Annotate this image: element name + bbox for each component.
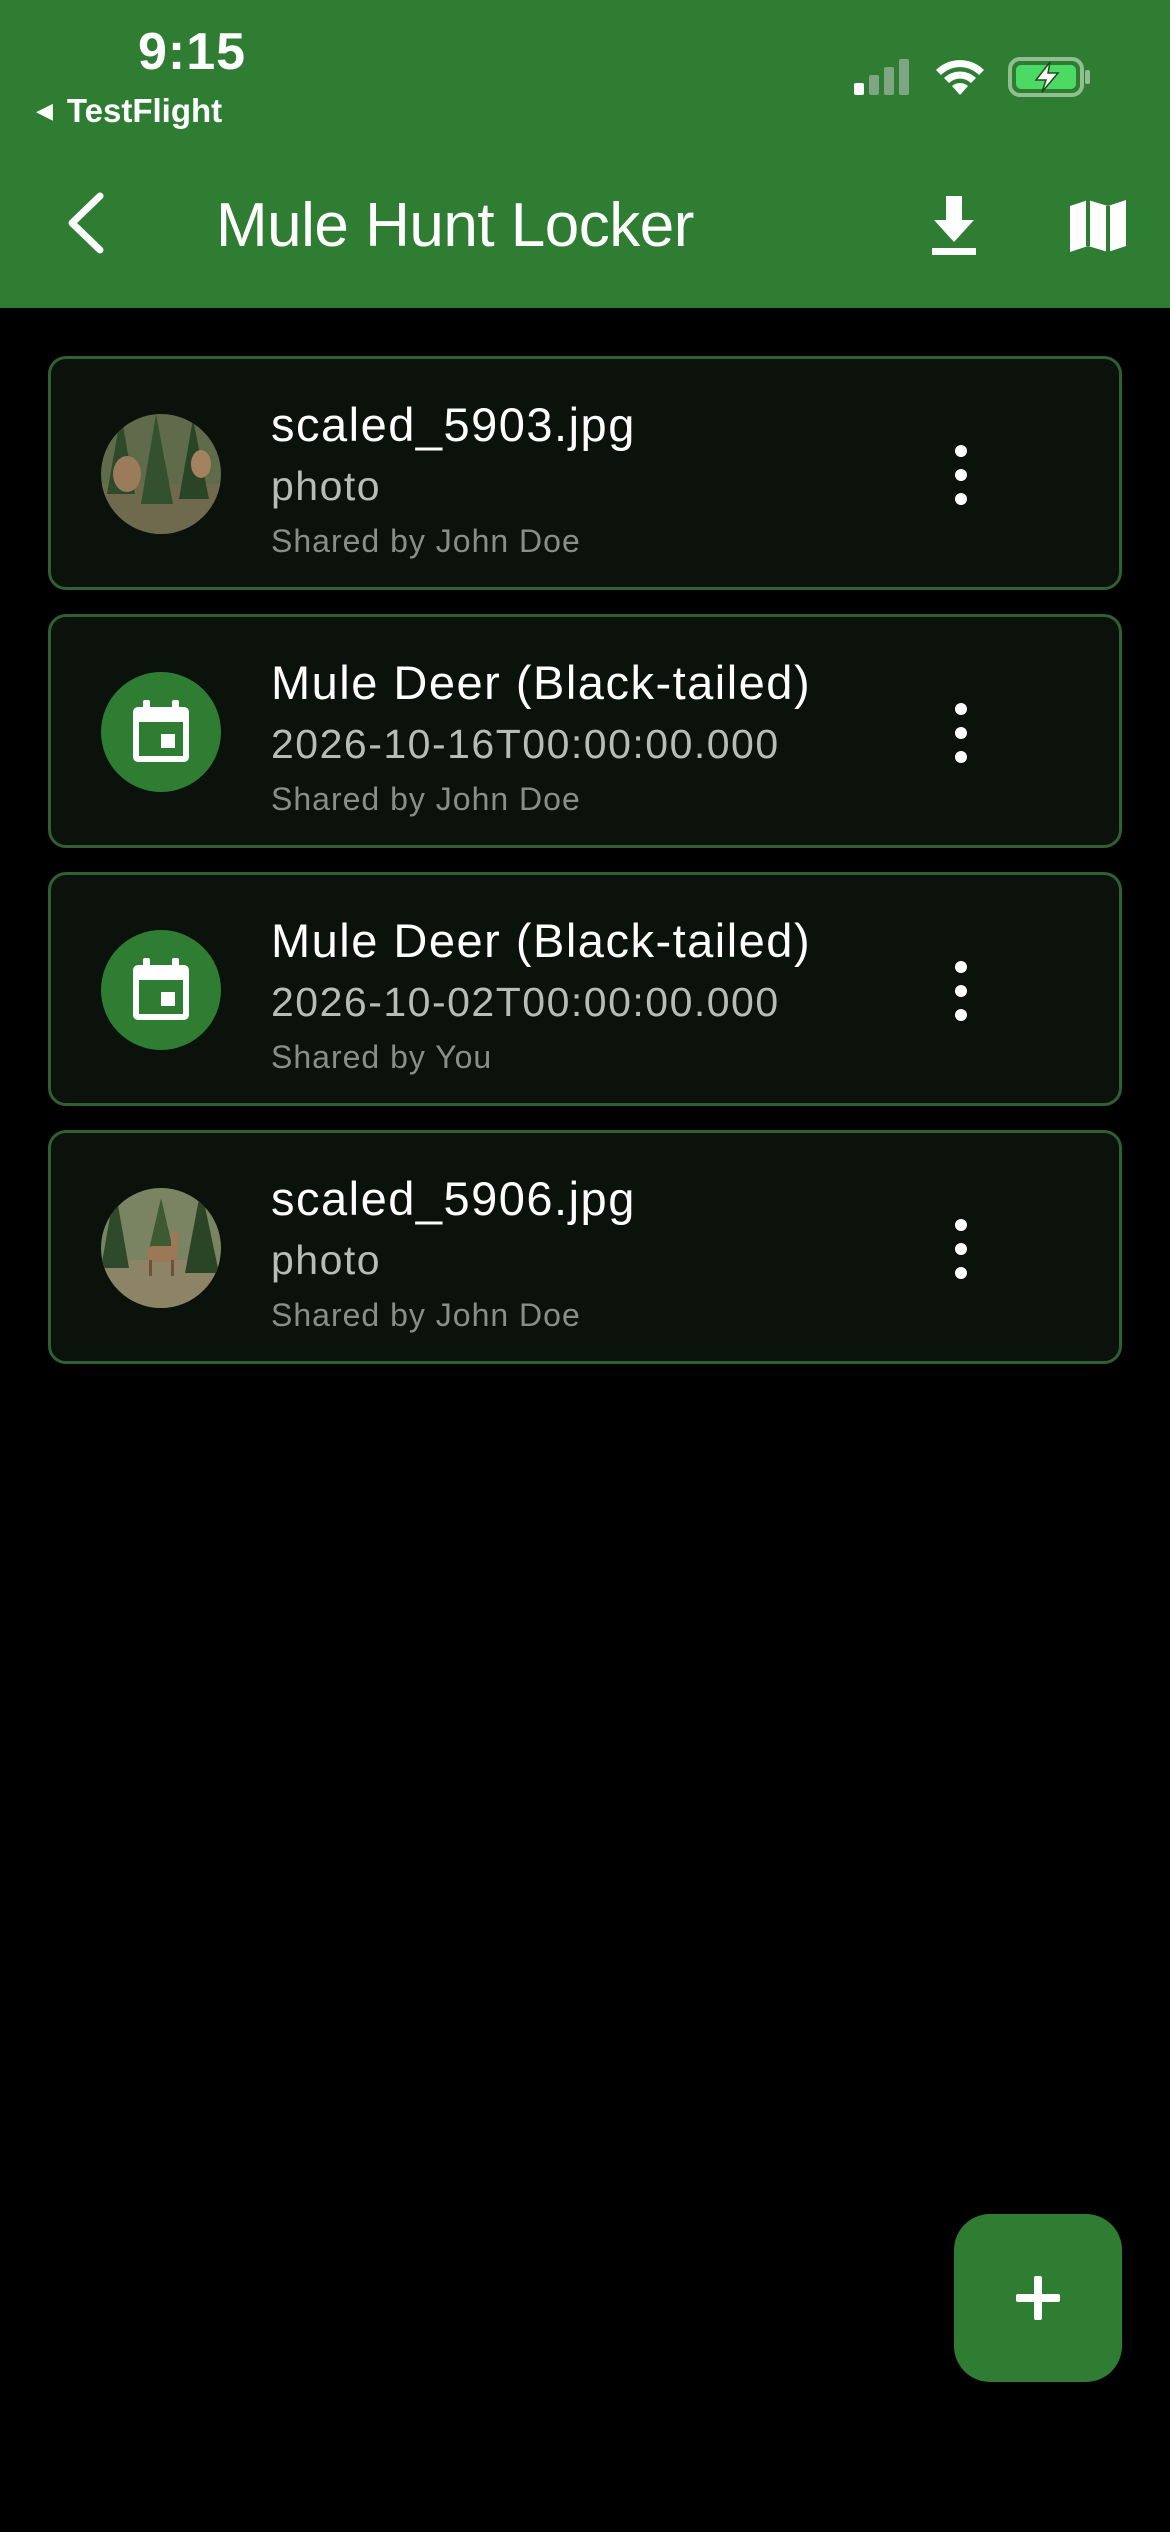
status-back-to-app[interactable]: ◀ TestFlight (36, 92, 222, 130)
calendar-event-icon (133, 700, 189, 762)
back-button[interactable] (56, 188, 116, 258)
item-subtitle: 2026-10-02T00:00:00.000 (271, 979, 780, 1025)
item-title: Mule Deer (Black-tailed) (271, 914, 812, 967)
item-subtitle: photo (271, 463, 382, 509)
status-time: 9:15 (138, 23, 247, 81)
more-vertical-icon[interactable] (943, 703, 979, 763)
more-vertical-icon[interactable] (943, 445, 979, 505)
download-icon[interactable] (924, 190, 984, 260)
more-vertical-icon[interactable] (943, 1219, 979, 1279)
header: 9:15 ◀ TestFlight Mule Hunt Locker (0, 0, 1170, 308)
map-icon[interactable] (1066, 196, 1130, 256)
app-screen: 9:15 ◀ TestFlight Mule Hunt Locker scale… (0, 0, 1170, 2532)
plus-icon (1016, 2276, 1060, 2320)
cellular-signal-icon (854, 59, 909, 95)
photo-thumbnail (101, 414, 221, 534)
calendar-event-icon (133, 958, 189, 1020)
list-item[interactable]: Mule Deer (Black-tailed) 2026-10-16T00:0… (48, 614, 1122, 848)
event-avatar (101, 930, 221, 1050)
item-shared-by: Shared by You (271, 1039, 493, 1075)
item-subtitle: 2026-10-16T00:00:00.000 (271, 721, 780, 767)
item-title: Mule Deer (Black-tailed) (271, 656, 812, 709)
item-shared-by: Shared by John Doe (271, 523, 581, 559)
more-vertical-icon[interactable] (943, 961, 979, 1021)
event-avatar (101, 672, 221, 792)
item-shared-by: Shared by John Doe (271, 1297, 581, 1333)
page-title: Mule Hunt Locker (216, 191, 694, 260)
item-title: scaled_5903.jpg (271, 398, 636, 451)
item-shared-by: Shared by John Doe (271, 781, 581, 817)
locker-item-list: scaled_5903.jpg photo Shared by John Doe… (48, 356, 1122, 1388)
item-subtitle: photo (271, 1237, 382, 1283)
status-back-label: TestFlight (66, 92, 223, 129)
battery-charging-icon (1008, 57, 1090, 97)
status-icons (852, 56, 1092, 98)
add-item-button[interactable] (954, 2214, 1122, 2382)
list-item[interactable]: scaled_5903.jpg photo Shared by John Doe (48, 356, 1122, 590)
list-item[interactable]: Mule Deer (Black-tailed) 2026-10-02T00:0… (48, 872, 1122, 1106)
wifi-icon (936, 60, 984, 95)
item-title: scaled_5906.jpg (271, 1172, 636, 1225)
photo-thumbnail (101, 1188, 221, 1308)
list-item[interactable]: scaled_5906.jpg photo Shared by John Doe (48, 1130, 1122, 1364)
back-triangle-icon: ◀ (36, 98, 53, 123)
